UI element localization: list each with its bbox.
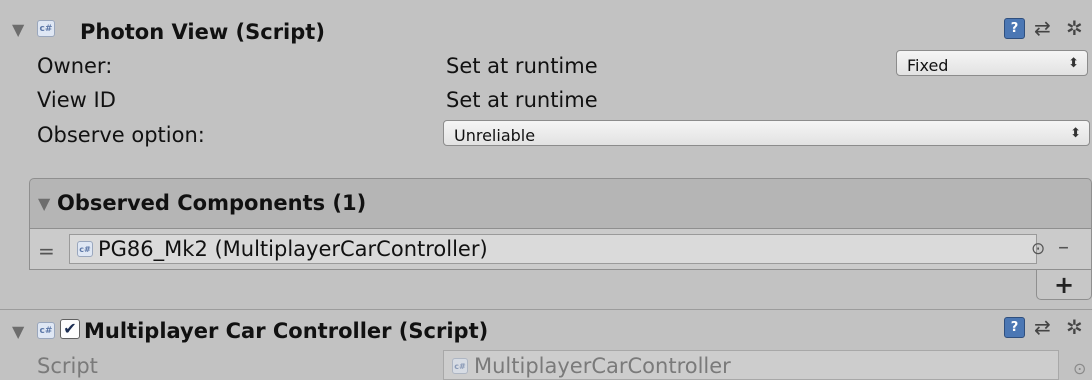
- gear-icon[interactable]: ✲: [1066, 317, 1083, 337]
- owner-dropdown-value: Fixed: [907, 56, 949, 75]
- observed-components-title: Observed Components (1): [57, 191, 367, 215]
- script-file-icon: c#: [77, 241, 93, 257]
- owner-label: Owner:: [37, 54, 113, 78]
- view-id-value: Set at runtime: [446, 88, 598, 112]
- csharp-script-icon: c#: [37, 20, 55, 37]
- enabled-checkbox[interactable]: ✔: [60, 319, 80, 339]
- object-picker-icon[interactable]: ⊙: [1031, 239, 1045, 259]
- observed-components-header[interactable]: ▼ Observed Components (1): [29, 178, 1092, 228]
- remove-item-button[interactable]: –: [1058, 235, 1069, 260]
- object-picker-icon: ⊙: [1073, 359, 1087, 378]
- owner-value: Set at runtime: [446, 54, 598, 78]
- script-file-icon: c#: [452, 358, 468, 374]
- dropdown-arrow-icon: ⬍: [1068, 56, 1079, 71]
- owner-dropdown[interactable]: Fixed ⬍: [896, 50, 1088, 76]
- help-icon[interactable]: ?: [1004, 317, 1025, 338]
- script-object-field: c# MultiplayerCarController: [443, 350, 1059, 380]
- add-item-button[interactable]: +: [1036, 270, 1092, 300]
- foldout-arrow-icon[interactable]: ▼: [38, 196, 50, 212]
- observe-option-dropdown[interactable]: Unreliable ⬍: [443, 120, 1090, 146]
- observed-object-value: PG86_Mk2 (MultiplayerCarController): [98, 237, 488, 261]
- view-id-label: View ID: [37, 88, 116, 112]
- csharp-script-icon: c#: [37, 322, 55, 339]
- plus-icon: +: [1054, 271, 1075, 299]
- presets-icon[interactable]: ⇄: [1034, 18, 1051, 38]
- drag-handle-icon[interactable]: =: [38, 239, 55, 263]
- dropdown-arrow-icon: ⬍: [1070, 126, 1081, 141]
- component-title: Multiplayer Car Controller (Script): [84, 319, 489, 343]
- script-label: Script: [37, 354, 98, 378]
- observed-object-field[interactable]: c# PG86_Mk2 (MultiplayerCarController): [69, 234, 1037, 264]
- component-separator: [0, 309, 1092, 310]
- help-icon[interactable]: ?: [1004, 18, 1025, 39]
- foldout-arrow-icon[interactable]: ▼: [12, 324, 24, 340]
- presets-icon[interactable]: ⇄: [1034, 317, 1051, 337]
- script-object-value: MultiplayerCarController: [474, 354, 731, 378]
- component-title: Photon View (Script): [80, 20, 325, 44]
- gear-icon[interactable]: ✲: [1066, 18, 1083, 38]
- foldout-arrow-icon[interactable]: ▼: [12, 22, 24, 38]
- observed-components-list: = c# PG86_Mk2 (MultiplayerCarController)…: [29, 228, 1092, 270]
- observe-option-value: Unreliable: [454, 126, 536, 145]
- observe-option-label: Observe option:: [37, 123, 205, 147]
